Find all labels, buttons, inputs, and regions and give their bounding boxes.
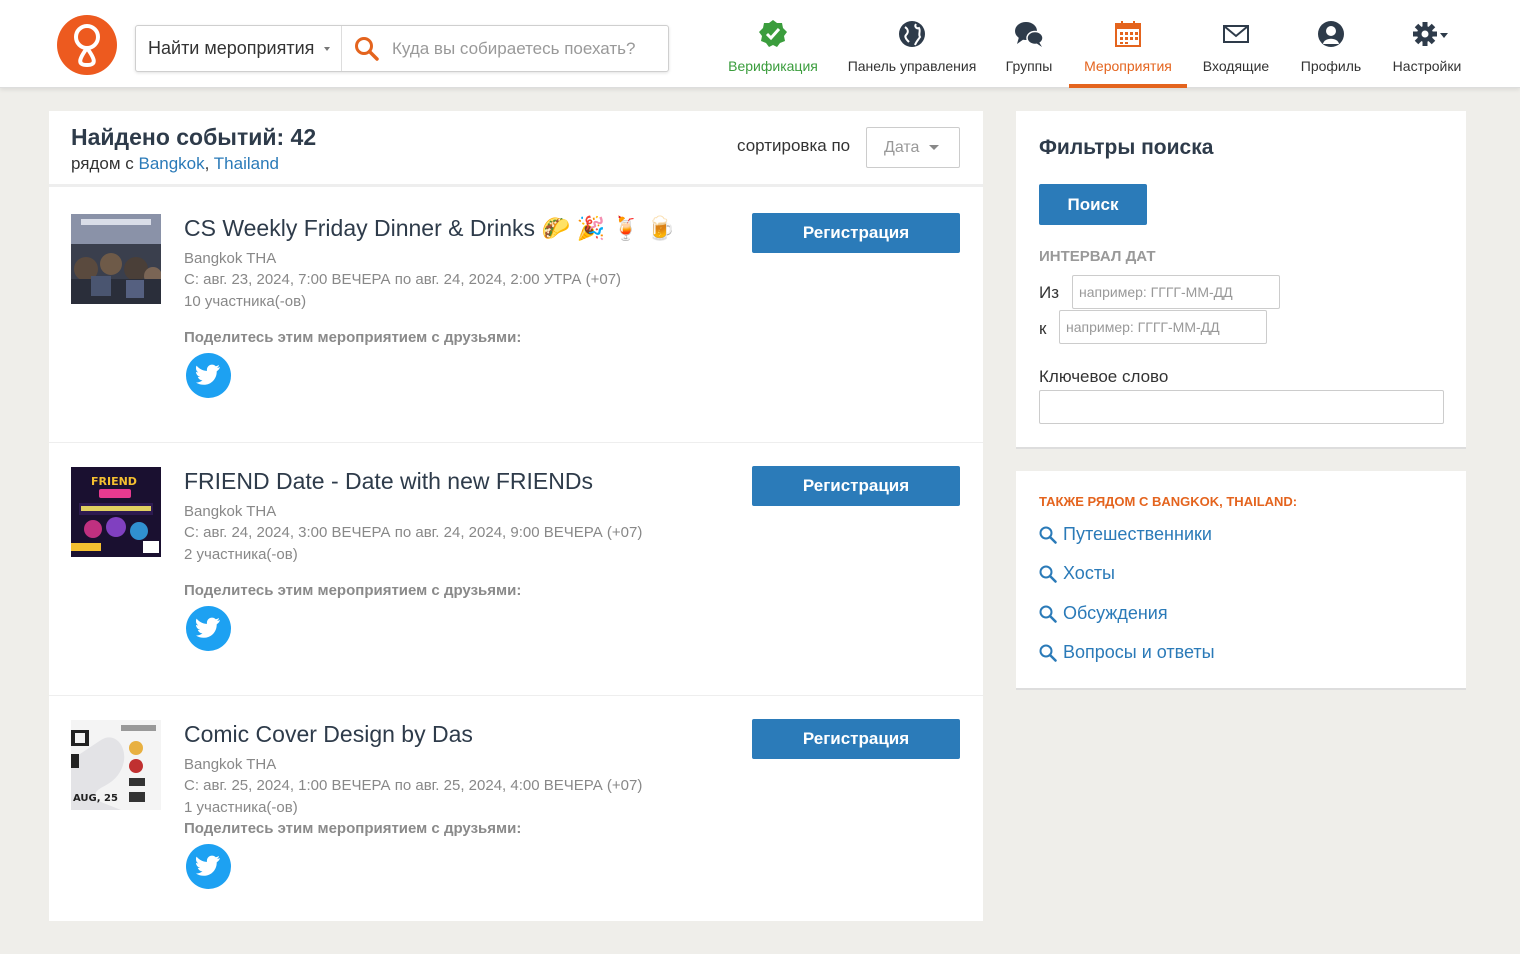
- event-thumbnail[interactable]: FRIEND: [71, 467, 161, 557]
- register-button[interactable]: Регистрация: [752, 213, 960, 253]
- nav-profile-label: Профиль: [1300, 58, 1362, 74]
- event-thumbnail[interactable]: AUG, 25: [71, 720, 161, 810]
- register-button[interactable]: Регистрация: [752, 466, 960, 506]
- chat-bubbles-icon: [1013, 18, 1045, 50]
- nav-settings[interactable]: Настройки: [1388, 0, 1466, 88]
- nav-groups-label: Группы: [1005, 58, 1053, 74]
- nearby-panel: ТАКЖЕ РЯДОМ С BANGKOK, THAILAND: Путешес…: [1016, 471, 1466, 690]
- user-avatar-icon: [1315, 18, 1347, 50]
- nav-verification[interactable]: Верификация: [722, 0, 824, 88]
- verified-badge-icon: [757, 18, 789, 50]
- events-results: Найдено событий: 42 рядом с Bangkok, Tha…: [49, 111, 983, 921]
- destination-search-input[interactable]: [392, 34, 662, 64]
- sort-label: сортировка по: [737, 136, 851, 155]
- event-card: CS Weekly Friday Dinner & Drinks 🌮 🎉 🍹 🍺…: [49, 190, 983, 443]
- nav-inbox-label: Входящие: [1202, 58, 1270, 74]
- nav-groups[interactable]: Группы: [997, 0, 1061, 88]
- filters-title: Фильтры поиска: [1039, 136, 1214, 159]
- chevron-down-icon: [929, 145, 939, 150]
- nav-dashboard[interactable]: Панель управления: [842, 0, 982, 88]
- event-dates: С: авг. 24, 2024, 3:00 ВЕЧЕРА по авг. 24…: [184, 524, 643, 541]
- envelope-icon: [1220, 18, 1252, 50]
- twitter-share-icon[interactable]: [186, 353, 231, 398]
- chevron-down-icon: [324, 47, 330, 51]
- filter-search-button[interactable]: Поиск: [1039, 184, 1147, 225]
- event-attendees: 10 участника(-ов): [184, 293, 307, 310]
- globe-icon: [896, 18, 928, 50]
- nav-events-label: Мероприятия: [1084, 58, 1172, 74]
- search-icon: [1039, 605, 1057, 623]
- results-header: Найдено событий: 42 рядом с Bangkok, Tha…: [49, 111, 983, 187]
- event-title[interactable]: Comic Cover Design by Das: [184, 721, 473, 748]
- search-bar: Найти мероприятия: [135, 25, 669, 72]
- gear-icon: [1411, 18, 1448, 50]
- search-icon: [1039, 565, 1057, 583]
- event-attendees: 2 участника(-ов): [184, 546, 298, 563]
- couchsurfing-logo[interactable]: [57, 15, 117, 75]
- nav-dashboard-label: Панель управления: [847, 58, 977, 74]
- date-interval-label: ИНТЕРВАЛ ДАТ: [1039, 248, 1156, 265]
- share-label: Поделитесь этим мероприятием с друзьями:: [184, 820, 522, 837]
- keyword-label: Ключевое слово: [1039, 367, 1169, 386]
- nearby-link-label: Обсуждения: [1063, 603, 1168, 623]
- results-location: рядом с Bangkok, Thailand: [71, 154, 279, 174]
- event-attendees: 1 участника(-ов): [184, 799, 298, 816]
- event-location: Bangkok THA: [184, 250, 277, 267]
- nearby-link-label: Путешественники: [1063, 524, 1212, 544]
- nav-inbox[interactable]: Входящие: [1196, 0, 1276, 88]
- nav-verification-label: Верификация: [728, 58, 818, 74]
- results-count-title: Найдено событий: 42: [71, 124, 317, 150]
- register-button[interactable]: Регистрация: [752, 719, 960, 759]
- search-icon: [1039, 644, 1057, 662]
- near-city-link[interactable]: Bangkok: [138, 154, 204, 173]
- event-title[interactable]: CS Weekly Friday Dinner & Drinks 🌮 🎉 🍹 🍺: [184, 215, 675, 242]
- nav-events[interactable]: Мероприятия: [1069, 0, 1187, 88]
- event-dates: С: авг. 25, 2024, 1:00 ВЕЧЕРА по авг. 25…: [184, 777, 643, 794]
- nav-settings-label: Настройки: [1392, 58, 1462, 74]
- search-icon: [1039, 526, 1057, 544]
- search-type-label: Найти мероприятия: [148, 38, 315, 58]
- calendar-icon: [1112, 18, 1144, 50]
- top-header: Найти мероприятия Верификация Панель упр…: [0, 0, 1520, 88]
- near-separator: ,: [204, 154, 214, 173]
- near-prefix: рядом с: [71, 154, 139, 173]
- event-thumbnail[interactable]: [71, 214, 161, 304]
- share-label: Поделитесь этим мероприятием с друзьями:: [184, 329, 522, 346]
- event-location: Bangkok THA: [184, 503, 277, 520]
- svg-text:FRIEND: FRIEND: [91, 475, 137, 488]
- event-card: FRIEND FRIEND Date - Date with new FRIEN…: [49, 443, 983, 696]
- sort-value: Дата: [884, 139, 920, 156]
- svg-text:AUG, 25: AUG, 25: [73, 793, 118, 804]
- event-location: Bangkok THA: [184, 756, 277, 773]
- event-dates: С: авг. 23, 2024, 7:00 ВЕЧЕРА по авг. 24…: [184, 271, 622, 288]
- search-icon[interactable]: [354, 36, 380, 67]
- nav-profile[interactable]: Профиль: [1293, 0, 1369, 88]
- sort-select[interactable]: Дата: [866, 127, 960, 168]
- event-card: AUG, 25 Comic Cover Design by Das Bangko…: [49, 696, 983, 921]
- near-country-link[interactable]: Thailand: [214, 154, 279, 173]
- nearby-link-label: Вопросы и ответы: [1063, 642, 1215, 662]
- nearby-heading: ТАКЖЕ РЯДОМ С BANGKOK, THAILAND:: [1039, 494, 1298, 509]
- event-title[interactable]: FRIEND Date - Date with new FRIENDs: [184, 468, 593, 495]
- keyword-input[interactable]: [1039, 390, 1444, 424]
- twitter-share-icon[interactable]: [186, 606, 231, 651]
- date-from-label: Из: [1039, 283, 1060, 302]
- date-to-input[interactable]: [1059, 310, 1267, 344]
- date-from-input[interactable]: [1072, 275, 1280, 309]
- share-label: Поделитесь этим мероприятием с друзьями:: [184, 582, 522, 599]
- date-to-label: к: [1039, 319, 1047, 338]
- search-filters-panel: Фильтры поиска Поиск ИНТЕРВАЛ ДАТ Из к К…: [1016, 111, 1466, 449]
- nearby-link-label: Хосты: [1063, 563, 1115, 583]
- twitter-share-icon[interactable]: [186, 844, 231, 889]
- search-type-select[interactable]: Найти мероприятия: [136, 26, 342, 71]
